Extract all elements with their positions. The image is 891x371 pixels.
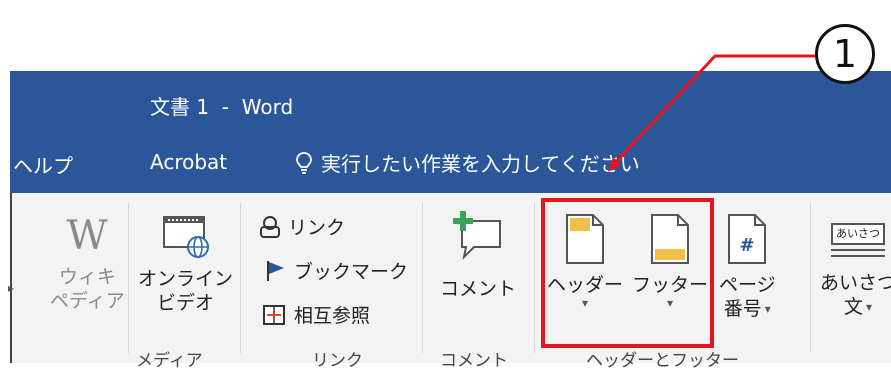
callout-number: 1 [815, 24, 875, 84]
callout-arrow [608, 54, 816, 172]
